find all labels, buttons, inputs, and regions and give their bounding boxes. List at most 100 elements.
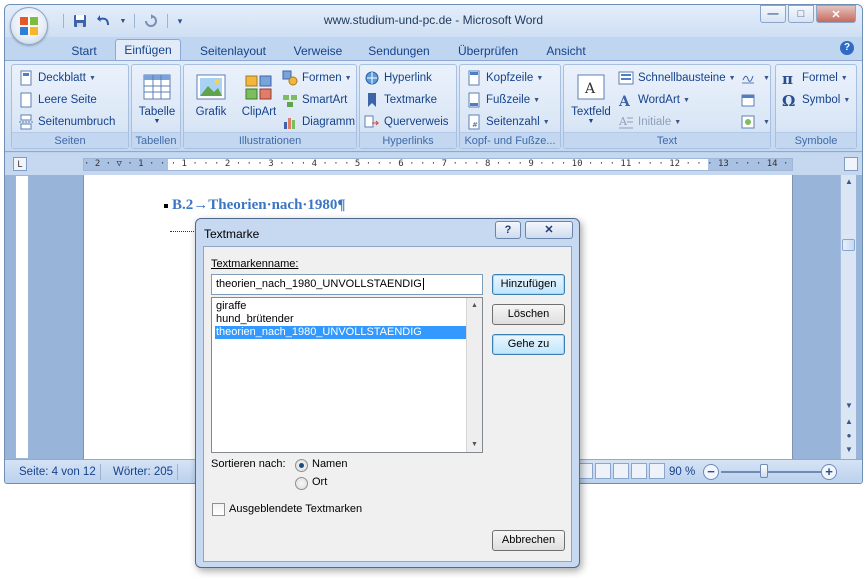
vertical-scrollbar[interactable]: ▲ ▼ ▲ ● ▼ bbox=[840, 175, 856, 459]
tab-ansicht[interactable]: Ansicht bbox=[537, 41, 595, 61]
cancel-button[interactable]: Abbrechen bbox=[492, 530, 565, 551]
sort-by-location-radio[interactable] bbox=[295, 477, 308, 490]
symbol-label: Symbol bbox=[802, 94, 841, 106]
omega-icon: Ω bbox=[782, 92, 796, 110]
clipart-icon bbox=[243, 71, 275, 103]
page-count-status[interactable]: Seite: 4 von 12 bbox=[15, 464, 101, 480]
tab-verweise[interactable]: Verweise bbox=[285, 41, 351, 61]
chart-icon bbox=[282, 114, 298, 130]
help-icon[interactable]: ? bbox=[840, 41, 854, 55]
minimize-button[interactable]: — bbox=[760, 5, 786, 23]
goto-bookmark-button[interactable]: Gehe zu bbox=[492, 334, 565, 355]
group-label-seiten: Seiten bbox=[12, 132, 128, 148]
diagramm-button[interactable]: Diagramm bbox=[282, 112, 355, 132]
list-scroll-down-icon[interactable]: ▼ bbox=[467, 437, 482, 452]
seitenumbruch-button[interactable]: Seitenumbruch bbox=[18, 112, 115, 132]
delete-bookmark-button[interactable]: Löschen bbox=[492, 304, 565, 325]
title-bar: ▼ ▾ www.studium-und-pc.de - Microsoft Wo… bbox=[5, 5, 862, 37]
signature-line-button[interactable]: ▼ bbox=[740, 68, 770, 88]
globe-link-icon bbox=[364, 70, 380, 86]
tab-sendungen[interactable]: Sendungen bbox=[361, 41, 437, 61]
web-layout-view-icon[interactable] bbox=[613, 463, 629, 479]
horizontal-ruler[interactable]: · 2 · ▽ · 1 · · · 1 · · · 2 · · · 3 · · … bbox=[83, 158, 793, 171]
seitenzahl-label: Seitenzahl bbox=[486, 116, 540, 128]
fusszeile-label: Fußzeile bbox=[486, 94, 531, 106]
scroll-down-icon[interactable]: ▼ bbox=[841, 399, 857, 413]
querverweis-button[interactable]: Querverweis bbox=[364, 112, 449, 132]
clipart-button[interactable]: ClipArt bbox=[234, 69, 284, 129]
zoom-in-button[interactable]: + bbox=[821, 464, 837, 480]
initiale-button[interactable]: A Initiale ▼ bbox=[618, 112, 681, 132]
bookmark-list[interactable]: giraffe hund_brütender theorien_nach_198… bbox=[211, 297, 483, 453]
paragraph-mark-icon bbox=[164, 203, 168, 208]
deckblatt-button[interactable]: Deckblatt ▼ bbox=[18, 68, 96, 88]
textmarke-button[interactable]: Textmarke bbox=[364, 90, 437, 110]
scroll-up-icon[interactable]: ▲ bbox=[841, 175, 857, 189]
full-screen-reading-view-icon[interactable] bbox=[595, 463, 611, 479]
schnellbausteine-button[interactable]: Schnellbausteine ▼ bbox=[618, 68, 736, 88]
dialog-help-button[interactable]: ? bbox=[495, 221, 521, 239]
grafik-label: Grafik bbox=[195, 106, 227, 118]
window-controls: — □ ✕ bbox=[758, 5, 856, 23]
object-button[interactable]: ▼ bbox=[740, 112, 770, 132]
close-button[interactable]: ✕ bbox=[816, 5, 856, 23]
list-scroll-up-icon[interactable]: ▲ bbox=[467, 298, 482, 313]
bookmark-name-input[interactable]: theorien_nach_1980_UNVOLLSTAENDIG bbox=[211, 274, 483, 295]
list-item-hund-bruetender[interactable]: hund_brütender bbox=[215, 313, 466, 326]
smartart-button[interactable]: SmartArt bbox=[282, 90, 347, 110]
leere-seite-button[interactable]: Leere Seite bbox=[18, 90, 97, 110]
sort-by-name-radio[interactable] bbox=[295, 459, 308, 472]
word-count-status[interactable]: Wörter: 205 bbox=[109, 464, 179, 480]
sort-by-location-label[interactable]: Ort bbox=[312, 476, 327, 488]
textfeld-label: Textfeld bbox=[571, 106, 611, 118]
textfeld-button[interactable]: A Textfeld ▼ bbox=[566, 69, 616, 129]
vertical-ruler[interactable] bbox=[15, 175, 29, 459]
document-heading[interactable]: B.2→Theorien·nach·1980¶ bbox=[164, 197, 346, 214]
ruler-area: L · 2 · ▽ · 1 · · · 1 · · · 2 · · · 3 · … bbox=[5, 153, 862, 175]
tab-ueberpruefen[interactable]: Überprüfen bbox=[447, 41, 529, 61]
hidden-bookmarks-checkbox[interactable] bbox=[212, 503, 225, 516]
list-item-theorien-selected[interactable]: theorien_nach_1980_UNVOLLSTAENDIG bbox=[215, 326, 466, 339]
browse-object-icon[interactable]: ● bbox=[841, 429, 857, 443]
tab-start[interactable]: Start bbox=[61, 41, 107, 61]
date-time-button[interactable] bbox=[740, 90, 760, 110]
hidden-bookmarks-label[interactable]: Ausgeblendete Textmarken bbox=[229, 503, 362, 515]
zoom-slider-track[interactable] bbox=[721, 471, 821, 473]
wordart-button[interactable]: A WordArt ▼ bbox=[618, 90, 690, 110]
dialog-body: Textmarkenname: theorien_nach_1980_UNVOL… bbox=[203, 246, 572, 562]
hyperlink-button[interactable]: Hyperlink bbox=[364, 68, 432, 88]
list-scrollbar[interactable]: ▲ ▼ bbox=[466, 298, 482, 452]
seitenzahl-button[interactable]: # Seitenzahl ▼ bbox=[466, 112, 550, 132]
zoom-level[interactable]: 90 % bbox=[665, 464, 699, 480]
scrollbar-thumb[interactable] bbox=[842, 239, 855, 251]
wordart-label: WordArt bbox=[638, 94, 680, 106]
draft-view-icon[interactable] bbox=[649, 463, 665, 479]
grafik-button[interactable]: Grafik bbox=[186, 69, 236, 129]
fusszeile-button[interactable]: Fußzeile ▼ bbox=[466, 90, 540, 110]
symbol-button[interactable]: Ω Symbol ▼ bbox=[782, 90, 850, 110]
tab-einfuegen[interactable]: Einfügen bbox=[115, 39, 181, 61]
tabelle-button[interactable]: Tabelle ▼ bbox=[132, 69, 182, 129]
footer-icon bbox=[466, 92, 482, 108]
group-hyperlinks: Hyperlink Textmarke Querverweis Hyperlin… bbox=[359, 64, 457, 149]
next-page-icon[interactable]: ▼ bbox=[841, 443, 857, 457]
tab-seitenlayout[interactable]: Seitenlayout bbox=[191, 41, 275, 61]
tab-selector-button[interactable]: L bbox=[13, 157, 27, 171]
zoom-out-button[interactable]: − bbox=[703, 464, 719, 480]
previous-page-icon[interactable]: ▲ bbox=[841, 415, 857, 429]
clipart-label: ClipArt bbox=[241, 106, 277, 118]
sort-by-name-label[interactable]: Namen bbox=[312, 458, 347, 470]
view-ruler-icon[interactable] bbox=[844, 157, 858, 171]
add-bookmark-button[interactable]: Hinzufügen bbox=[492, 274, 565, 295]
list-item-giraffe[interactable]: giraffe bbox=[215, 300, 466, 313]
formen-button[interactable]: Formen ▼ bbox=[282, 68, 352, 88]
maximize-button[interactable]: □ bbox=[788, 5, 814, 23]
zoom-slider-thumb[interactable] bbox=[760, 464, 768, 478]
formel-button[interactable]: π Formel ▼ bbox=[782, 68, 848, 88]
kopfzeile-button[interactable]: Kopfzeile ▼ bbox=[466, 68, 543, 88]
dialog-close-button[interactable]: ✕ bbox=[525, 221, 573, 239]
ribbon: Deckblatt ▼ Leere Seite Seitenumbruch Sei… bbox=[5, 60, 862, 152]
blank-page-icon bbox=[18, 92, 34, 108]
outline-view-icon[interactable] bbox=[631, 463, 647, 479]
office-button[interactable] bbox=[10, 7, 48, 45]
